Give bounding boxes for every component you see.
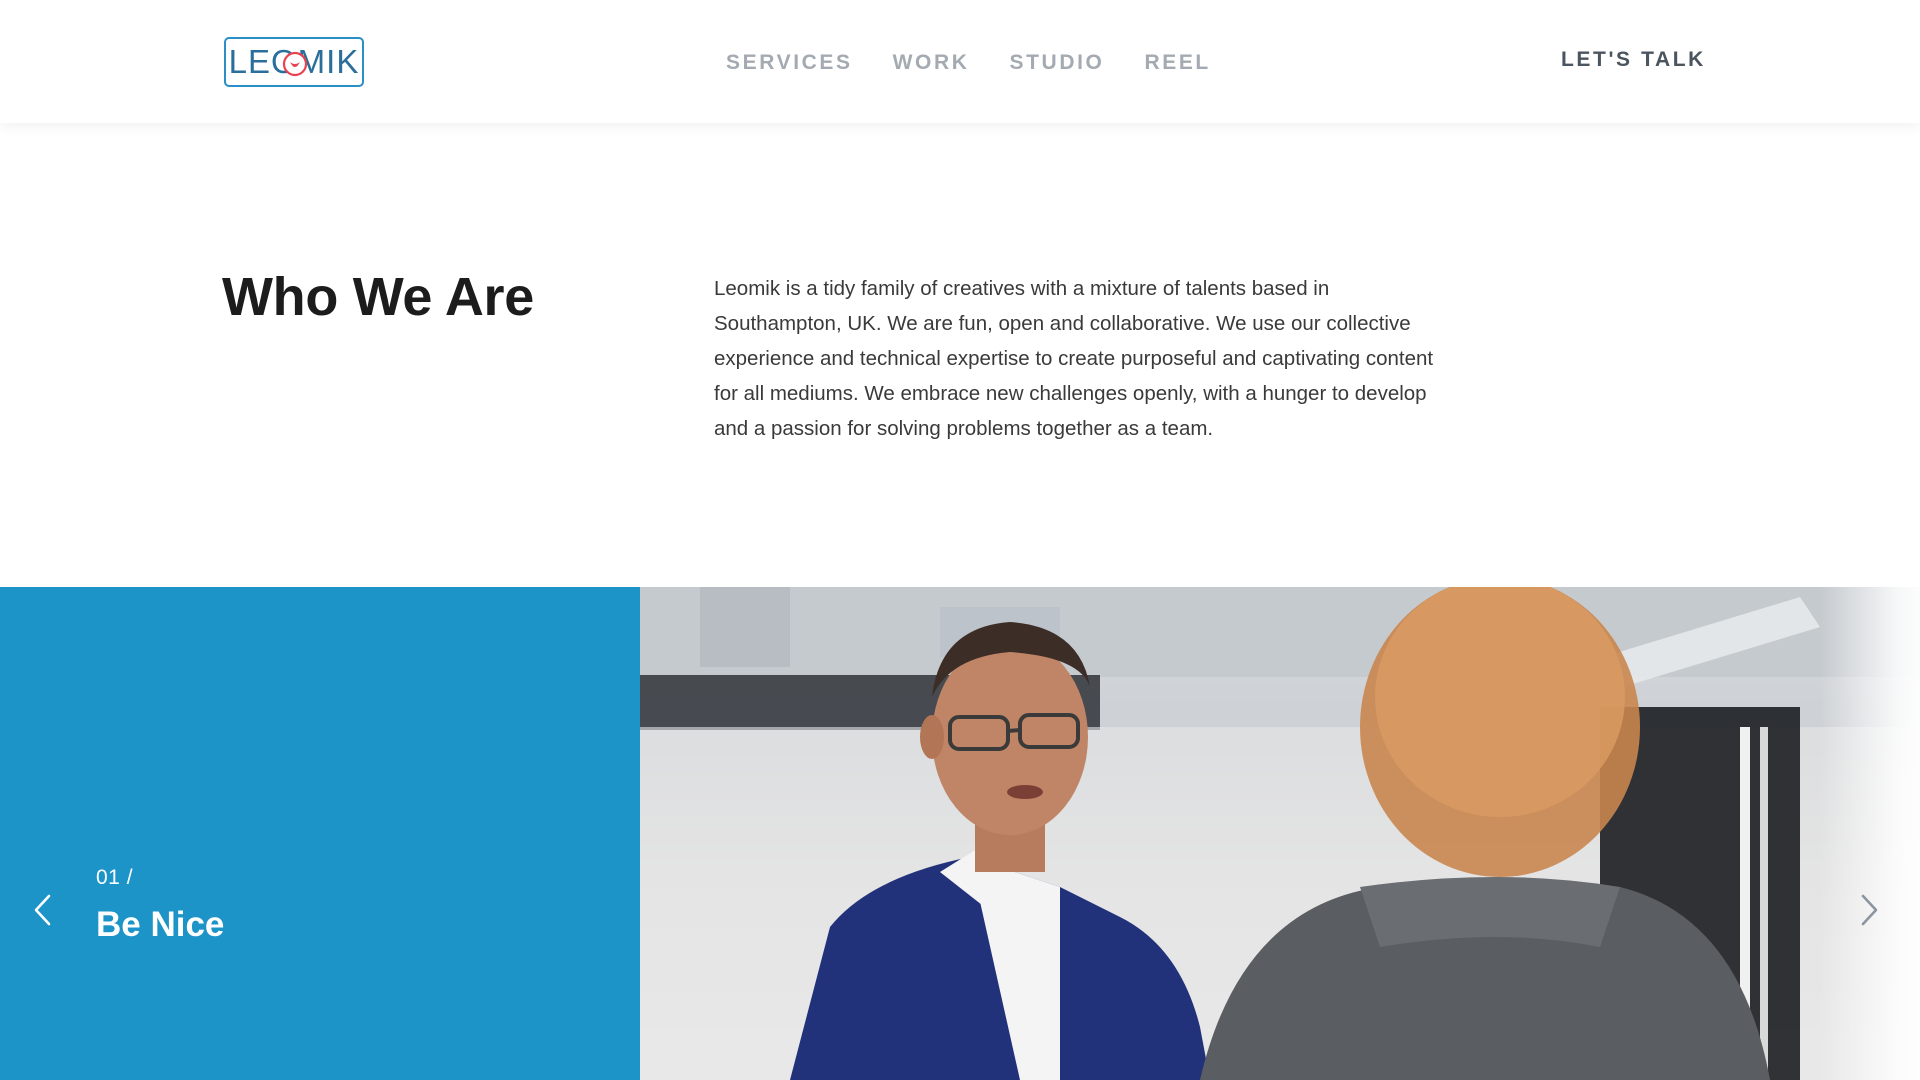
slider-prev-button[interactable] — [26, 888, 58, 932]
main-nav: SERVICES WORK STUDIO REEL — [726, 48, 1211, 78]
nav-item-services[interactable]: SERVICES — [726, 51, 853, 75]
slide-number: 01 / — [96, 866, 134, 889]
slide-photo — [640, 587, 1920, 1080]
logo[interactable]: LEOMIK — [224, 37, 364, 87]
values-slider: 01 / Be Nice — [0, 587, 1920, 1080]
nav-item-studio[interactable]: STUDIO — [1010, 51, 1105, 75]
slider-next-button[interactable] — [1854, 888, 1886, 932]
photo-edge-fade — [1820, 587, 1920, 1080]
chevron-left-icon — [34, 894, 51, 926]
site-header: LEOMIK SERVICES WORK STUDIO REEL LET'S T… — [0, 0, 1920, 123]
section-title: Who We Are — [222, 267, 535, 327]
chevron-right-icon — [1861, 894, 1878, 926]
section-body: Leomik is a tidy family of creatives wit… — [714, 277, 1434, 440]
lets-talk-link[interactable]: LET'S TALK — [1561, 48, 1706, 78]
nav-item-reel[interactable]: REEL — [1144, 51, 1210, 75]
nav-item-work[interactable]: WORK — [893, 51, 970, 75]
heart-icon — [282, 51, 308, 77]
slide-caption-panel: 01 / Be Nice — [0, 587, 640, 1080]
slide-title: Be Nice — [96, 905, 225, 944]
